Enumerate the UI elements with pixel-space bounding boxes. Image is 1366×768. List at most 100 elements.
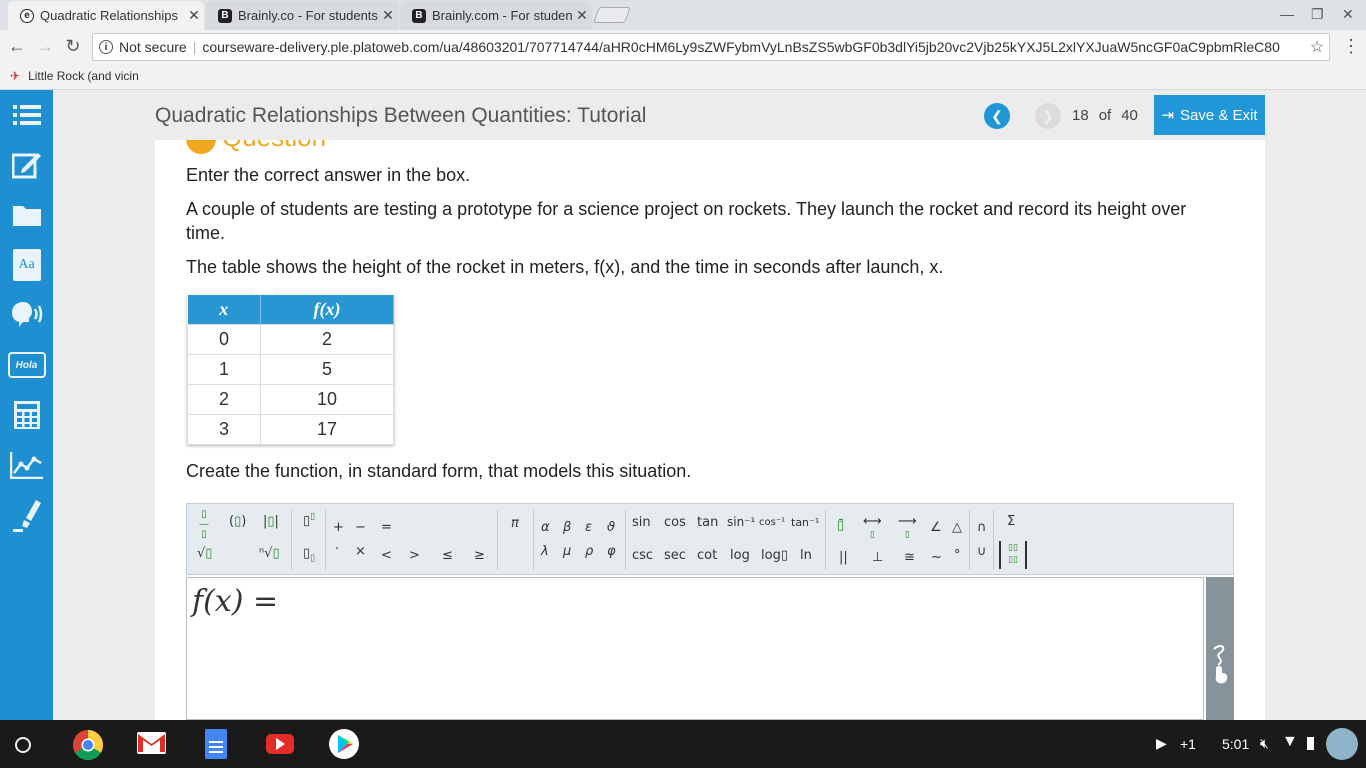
epsilon-button[interactable]: ε	[585, 520, 592, 535]
absolute-value-button[interactable]: |▯|	[263, 514, 279, 529]
similar-button[interactable]: ~	[931, 550, 942, 565]
translate-icon[interactable]: Hola	[0, 340, 53, 390]
phi-button[interactable]: φ	[607, 544, 616, 559]
address-bar[interactable]: i Not secure | courseware-delivery.ple.p…	[92, 33, 1330, 61]
highlighter-icon[interactable]	[0, 490, 53, 540]
mu-button[interactable]: μ	[563, 544, 571, 559]
minimize-icon[interactable]: —	[1280, 6, 1294, 22]
close-icon[interactable]: ✕	[572, 7, 592, 24]
log-base-button[interactable]: log▯	[761, 548, 788, 563]
csc-button[interactable]: csc	[632, 548, 653, 563]
times-button[interactable]: ×	[355, 544, 366, 559]
angle-button[interactable]: ∠	[930, 520, 942, 535]
nth-root-button[interactable]: ⁿ√▯	[259, 546, 280, 561]
pi-button[interactable]: π	[511, 516, 519, 531]
ln-button[interactable]: ln	[800, 548, 812, 563]
greater-equal-button[interactable]: ≥	[474, 548, 485, 563]
parentheses-button[interactable]: (▯)	[229, 514, 246, 529]
tab-brainly-co[interactable]: B Brainly.co - For students ✕	[206, 1, 398, 30]
calculator-icon[interactable]	[0, 390, 53, 440]
arctan-button[interactable]: tan⁻¹	[791, 516, 819, 529]
close-window-icon[interactable]: ✕	[1342, 6, 1354, 23]
degree-button[interactable]: °	[954, 548, 961, 563]
mute-icon[interactable]: 🔇︎	[1260, 735, 1269, 752]
dot-button[interactable]: ·	[335, 542, 339, 557]
tab-quadratic[interactable]: e Quadratic Relationships ✕	[8, 1, 204, 30]
clock[interactable]: 5:01	[1222, 736, 1249, 752]
subscript-button[interactable]: ▯▯	[303, 546, 315, 564]
table-row: 2 10	[187, 383, 394, 415]
cos-button[interactable]: cos	[664, 515, 686, 530]
restore-icon[interactable]: ❐	[1311, 6, 1324, 23]
arcsin-button[interactable]: sin⁻¹	[727, 515, 755, 529]
union-button[interactable]: ∪	[977, 544, 987, 559]
page-title: Quadratic Relationships Between Quantiti…	[155, 104, 647, 127]
intersection-button[interactable]: ∩	[977, 520, 987, 535]
square-root-button[interactable]: √▯	[197, 546, 212, 561]
notification-count[interactable]: +1	[1180, 736, 1196, 752]
speaker-icon[interactable]	[0, 290, 53, 340]
edit-icon[interactable]	[0, 140, 53, 190]
parallel-button[interactable]: ||	[839, 550, 848, 565]
triangle-button[interactable]: △	[952, 520, 962, 535]
greater-than-button[interactable]: >	[409, 548, 420, 563]
line-button[interactable]: ⟷ ▯	[863, 515, 882, 541]
tab-brainly-com[interactable]: B Brainly.com - For student ✕	[400, 1, 592, 30]
beta-button[interactable]: β	[563, 520, 571, 535]
ray-button[interactable]: ⟶ ▯	[898, 515, 917, 541]
cast-icon[interactable]: ▶	[1156, 735, 1167, 752]
editor-scrollbar[interactable]	[1206, 577, 1234, 720]
bookmark-star-icon[interactable]: ☆	[1305, 37, 1329, 57]
battery-icon[interactable]	[1307, 737, 1314, 750]
launcher-icon[interactable]	[15, 737, 31, 753]
equals-button[interactable]: =	[381, 520, 392, 535]
previous-page-button[interactable]: ❮	[984, 103, 1010, 129]
lambda-button[interactable]: λ	[541, 544, 549, 559]
dictionary-icon[interactable]: Aa	[0, 240, 53, 290]
close-icon[interactable]: ✕	[378, 7, 398, 24]
cot-button[interactable]: cot	[697, 548, 717, 563]
avatar[interactable]	[1326, 728, 1358, 760]
log-button[interactable]: log	[730, 548, 750, 563]
sec-button[interactable]: sec	[664, 548, 686, 563]
wifi-icon[interactable]: ▼	[1282, 733, 1298, 751]
sin-button[interactable]: sin	[632, 515, 651, 530]
congruent-button[interactable]: ≅	[904, 550, 915, 565]
fraction-button[interactable]: ▯ — ▯	[199, 510, 209, 540]
new-tab-button[interactable]	[593, 7, 631, 23]
matrix-button[interactable]: ▯▯ ▯▯	[999, 541, 1027, 569]
docs-icon[interactable]	[205, 729, 227, 759]
info-icon[interactable]: i	[99, 40, 113, 54]
gmail-icon[interactable]	[137, 732, 166, 754]
exponent-button[interactable]: ▯▯	[303, 512, 315, 528]
graph-icon[interactable]	[0, 440, 53, 490]
save-exit-button[interactable]: ⇥ Save & Exit	[1154, 95, 1265, 135]
less-equal-button[interactable]: ≤	[442, 548, 453, 563]
bookmark-item[interactable]: ✈ Little Rock (and vicin	[10, 69, 139, 83]
less-than-button[interactable]: <	[381, 548, 392, 563]
summation-button[interactable]: Σ	[1007, 514, 1015, 529]
tan-button[interactable]: tan	[697, 515, 718, 530]
arccos-button[interactable]: cos⁻¹	[759, 517, 785, 528]
youtube-icon[interactable]	[266, 734, 294, 754]
handwriting-icon[interactable]	[1210, 643, 1230, 685]
answer-editor[interactable]	[186, 577, 1204, 720]
folder-icon[interactable]	[0, 190, 53, 240]
menu-icon[interactable]: ⋮	[1340, 36, 1362, 57]
list-icon[interactable]	[0, 90, 53, 140]
next-page-button[interactable]: ❯	[1035, 103, 1061, 129]
rho-button[interactable]: ρ	[585, 544, 593, 559]
segment-button[interactable]: ▯̄	[837, 518, 844, 533]
minus-button[interactable]: −	[355, 520, 366, 535]
reload-icon[interactable]: ↻	[62, 36, 84, 57]
chrome-icon[interactable]	[72, 729, 104, 761]
play-store-icon[interactable]	[329, 729, 359, 759]
separator: |	[192, 39, 197, 55]
theta-button[interactable]: ϑ	[607, 520, 615, 535]
close-icon[interactable]: ✕	[184, 7, 204, 24]
forward-icon[interactable]: →	[34, 36, 56, 57]
back-icon[interactable]: ←	[6, 36, 28, 57]
perpendicular-button[interactable]: ⊥	[872, 550, 883, 565]
alpha-button[interactable]: α	[541, 520, 550, 535]
plus-button[interactable]: +	[333, 520, 344, 535]
